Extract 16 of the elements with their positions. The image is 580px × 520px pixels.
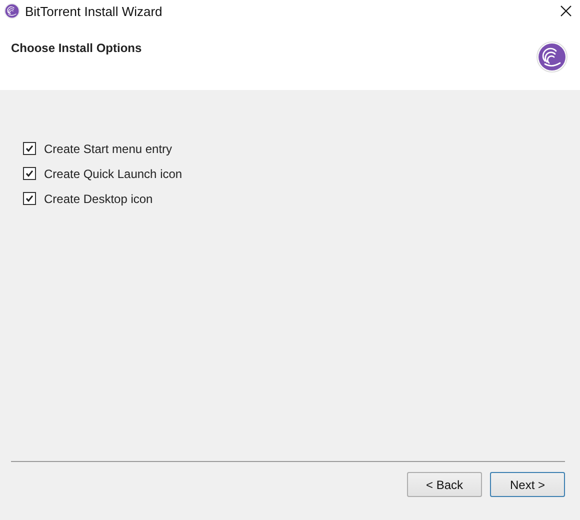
page-heading: Choose Install Options xyxy=(11,41,142,57)
option-label: Create Desktop icon xyxy=(44,192,153,206)
next-button[interactable]: Next > xyxy=(490,472,565,497)
option-label: Create Start menu entry xyxy=(44,142,172,156)
back-button[interactable]: < Back xyxy=(407,472,482,497)
option-label: Create Quick Launch icon xyxy=(44,166,182,180)
checkbox[interactable] xyxy=(23,192,36,205)
checkbox[interactable] xyxy=(23,167,36,180)
logo-icon xyxy=(536,41,568,73)
checkmark-icon xyxy=(25,194,34,203)
checkbox[interactable] xyxy=(23,142,36,155)
close-icon[interactable] xyxy=(560,5,572,17)
window-title: BitTorrent Install Wizard xyxy=(25,4,164,18)
app-logo-icon xyxy=(4,3,20,19)
checkmark-icon xyxy=(25,144,34,153)
checkmark-icon xyxy=(25,169,34,178)
